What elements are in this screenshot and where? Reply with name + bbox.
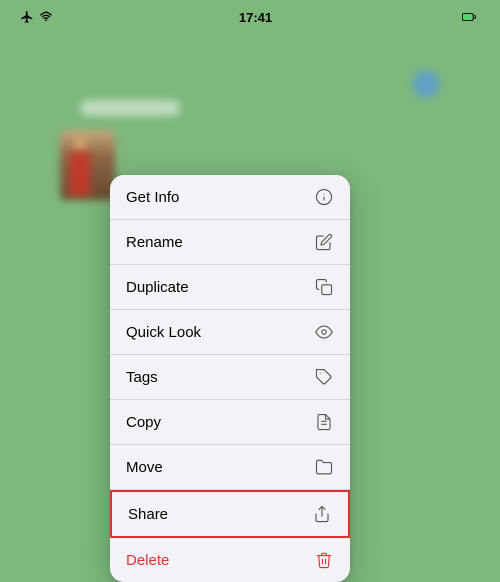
duplicate-icon [314, 277, 334, 297]
pencil-icon [314, 232, 334, 252]
status-left-icons [20, 10, 53, 24]
status-right-icons [458, 10, 480, 24]
bg-filename-label [80, 100, 180, 116]
menu-item-rename[interactable]: Rename [110, 220, 350, 265]
menu-item-move[interactable]: Move [110, 445, 350, 490]
wifi-icon [39, 10, 53, 24]
folder-icon [314, 457, 334, 477]
battery-icon [458, 10, 480, 24]
context-menu: Get Info Rename Duplicate Quick Look Tag… [110, 175, 350, 582]
menu-item-get-info[interactable]: Get Info [110, 175, 350, 220]
menu-item-copy[interactable]: Copy [110, 400, 350, 445]
airplane-icon [20, 10, 34, 24]
tag-icon [314, 367, 334, 387]
menu-item-duplicate[interactable]: Duplicate [110, 265, 350, 310]
bg-notification-dot [412, 70, 440, 98]
status-time: 17:41 [239, 10, 272, 25]
trash-icon [314, 550, 334, 570]
copy-icon [314, 412, 334, 432]
eye-icon [314, 322, 334, 342]
menu-item-quick-look[interactable]: Quick Look [110, 310, 350, 355]
status-bar: 17:41 [0, 0, 500, 30]
menu-item-tags[interactable]: Tags [110, 355, 350, 400]
menu-item-delete[interactable]: Delete [110, 538, 350, 582]
menu-item-share[interactable]: Share [110, 490, 350, 538]
share-icon [312, 504, 332, 524]
info-circle-icon [314, 187, 334, 207]
bg-file-thumbnail [60, 130, 115, 200]
